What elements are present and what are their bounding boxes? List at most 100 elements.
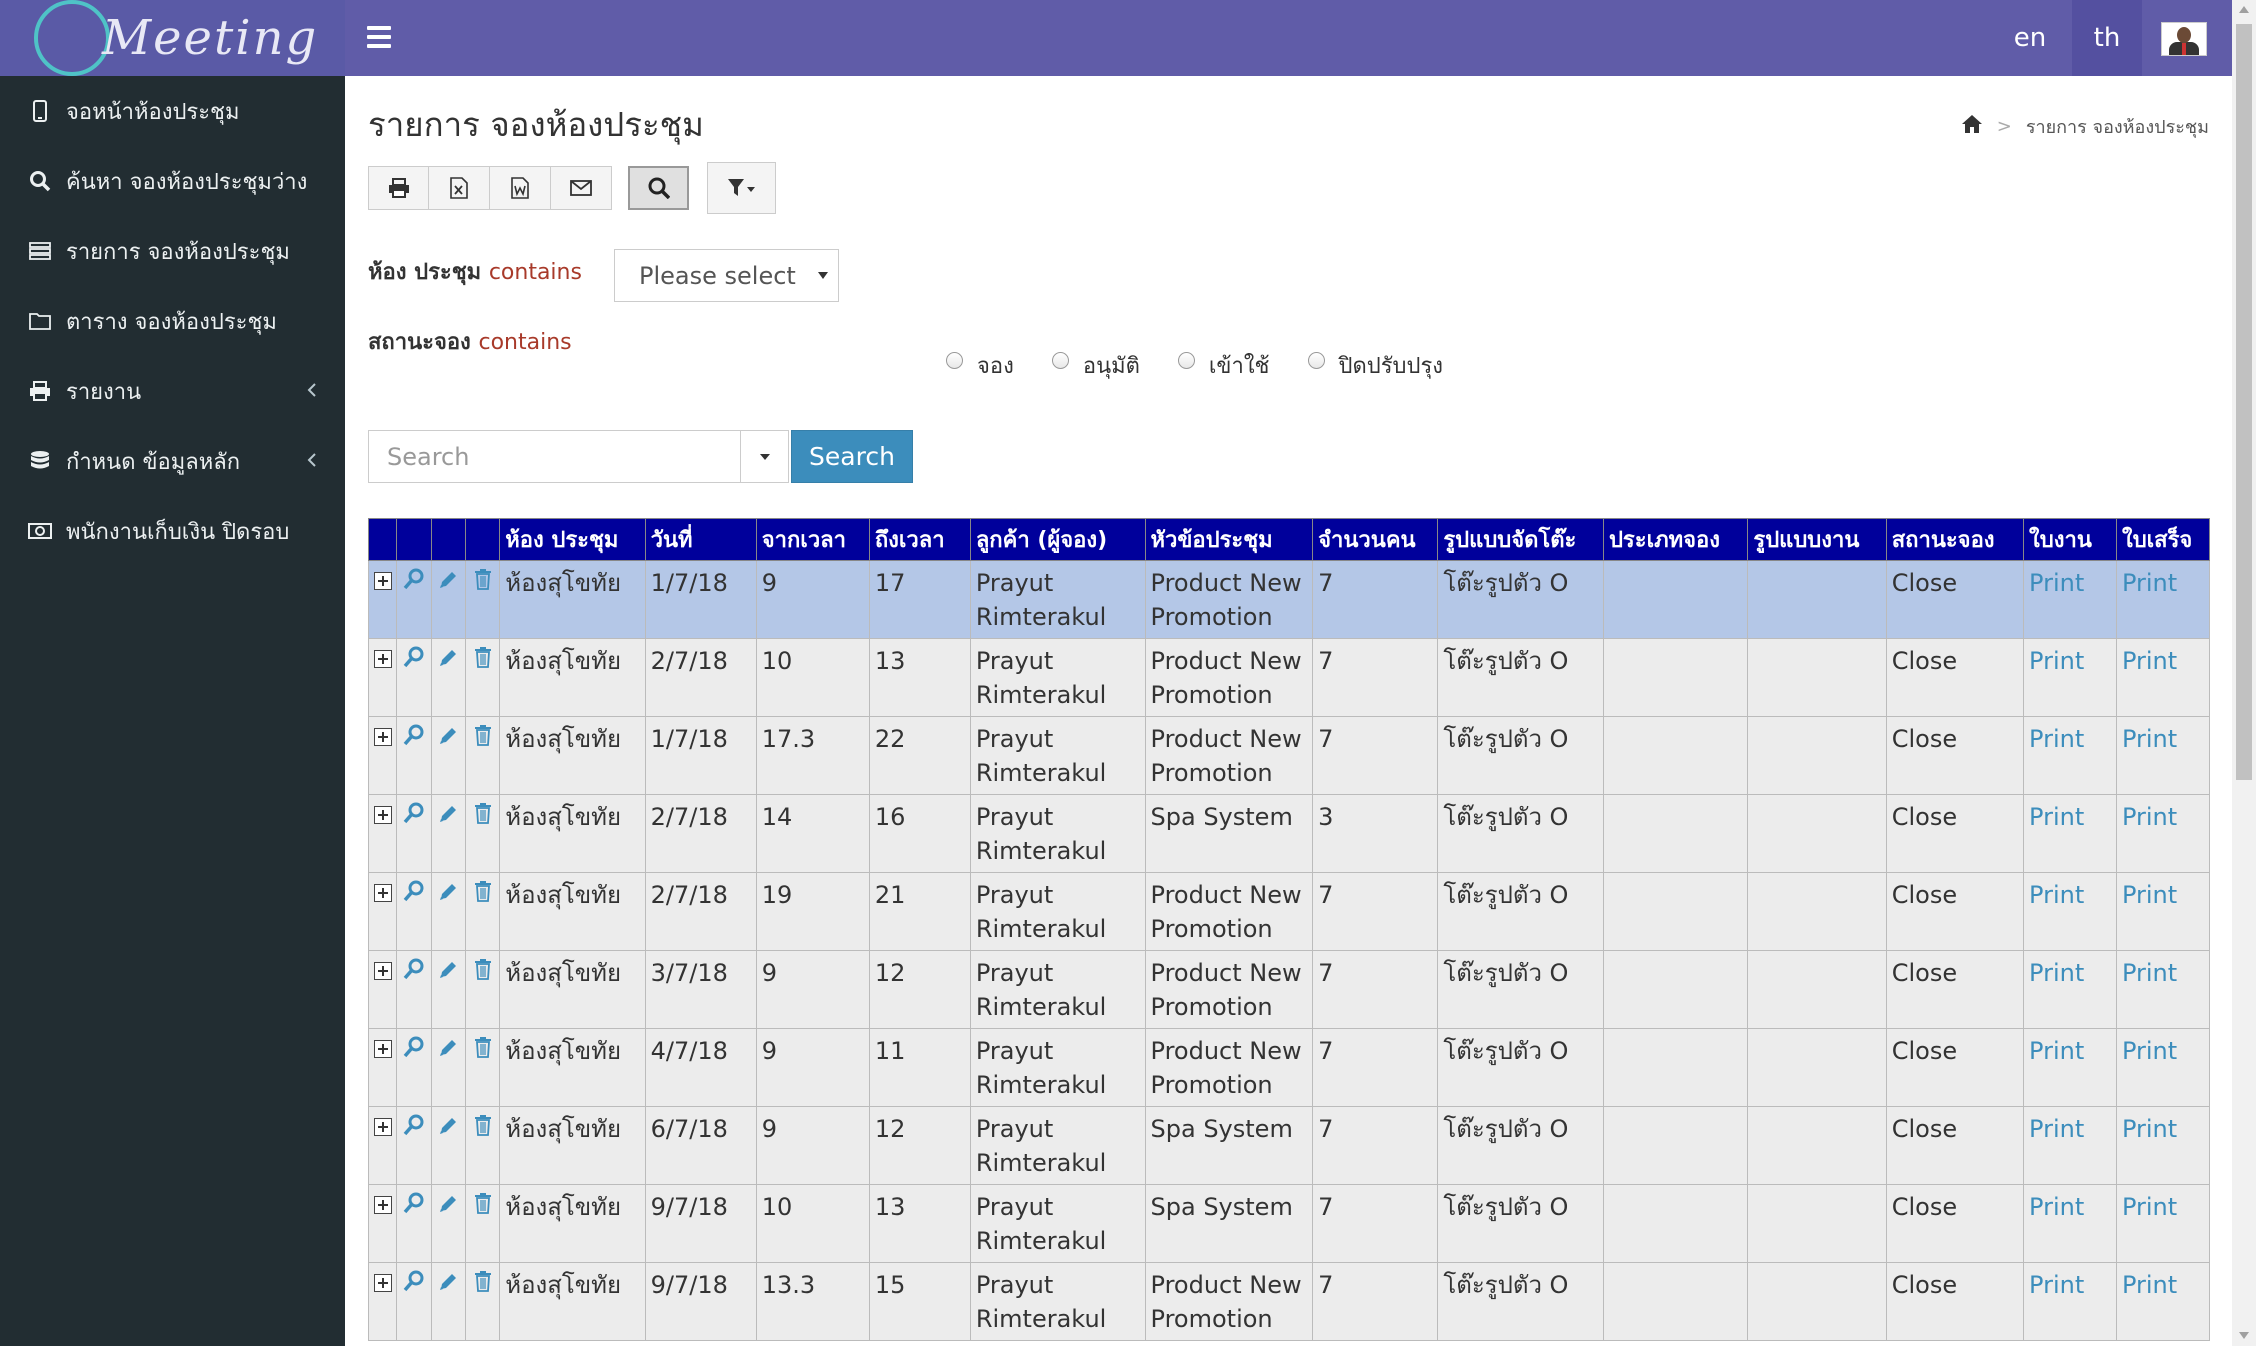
delete-icon[interactable] <box>474 1192 492 1220</box>
radio-circle-icon[interactable] <box>1177 352 1195 369</box>
view-icon[interactable] <box>403 1036 425 1064</box>
radio-circle-icon[interactable] <box>946 352 963 369</box>
sidebar-item-4[interactable]: ตาราง จองห้องประชุม <box>0 286 345 356</box>
column-header[interactable]: ประเภทจอง <box>1602 518 1749 561</box>
status-radio-4[interactable]: ปิดปรับปรุง <box>1307 348 1443 383</box>
column-header[interactable]: ใบเสร็จ <box>2115 518 2211 561</box>
sidebar-item-1[interactable]: จอหน้าห้องประชุม <box>0 76 345 146</box>
receipt-print-link[interactable]: Print <box>2122 1271 2177 1299</box>
view-icon[interactable] <box>403 1114 425 1142</box>
expand-row-icon[interactable] <box>373 1270 392 1298</box>
expand-row-icon[interactable] <box>373 880 392 908</box>
receipt-print-link[interactable]: Print <box>2122 1193 2177 1221</box>
table-row[interactable]: ห้องสุโขทัย 2/7/18 19 21 Prayut Rimterakul Pr… <box>367 872 2211 951</box>
column-header[interactable]: รูปแบบจัดโต๊ะ <box>1437 518 1604 561</box>
sidebar-item-3[interactable]: รายการ จองห้องประชุม <box>0 216 345 286</box>
table-row[interactable]: ห้องสุโขทัย 1/7/18 17.3 22 Prayut Rimterakul… <box>367 716 2211 795</box>
delete-icon[interactable] <box>474 568 492 596</box>
delete-icon[interactable] <box>474 1114 492 1142</box>
column-header[interactable]: ห้อง ประชุม <box>499 518 646 561</box>
delete-icon[interactable] <box>474 1036 492 1064</box>
delete-icon[interactable] <box>474 724 492 752</box>
radio-circle-icon[interactable] <box>1051 352 1069 369</box>
edit-icon[interactable] <box>438 958 458 986</box>
edit-icon[interactable] <box>438 1036 458 1064</box>
column-header[interactable]: หัวข้อประชุม <box>1144 518 1314 561</box>
delete-icon[interactable] <box>474 646 492 674</box>
status-radio-3[interactable]: เข้าใช้ <box>1177 348 1270 383</box>
receipt-print-link[interactable]: Print <box>2122 647 2177 675</box>
radio-circle-icon[interactable] <box>1307 352 1325 369</box>
edit-icon[interactable] <box>438 802 458 830</box>
table-row[interactable]: ห้องสุโขทัย 3/7/18 9 12 Prayut Rimterakul Pro… <box>367 950 2211 1029</box>
worksheet-print-link[interactable]: Print <box>2029 1037 2084 1065</box>
scroll-down-icon[interactable] <box>2239 1332 2249 1339</box>
view-icon[interactable] <box>403 1192 425 1220</box>
view-icon[interactable] <box>403 568 425 596</box>
worksheet-print-link[interactable]: Print <box>2029 881 2084 909</box>
view-icon[interactable] <box>403 646 425 674</box>
table-row[interactable]: ห้องสุโขทัย 2/7/18 14 16 Prayut Rimterakul Sp… <box>367 794 2211 873</box>
menu-toggle-icon[interactable] <box>367 26 391 48</box>
sidebar-item-2[interactable]: ค้นหา จองห้องประชุมว่าง <box>0 146 345 216</box>
expand-row-icon[interactable] <box>373 958 392 986</box>
view-icon[interactable] <box>403 1270 425 1298</box>
scrollbar-thumb[interactable] <box>2236 24 2252 780</box>
email-button[interactable] <box>551 166 612 210</box>
app-logo[interactable]: Meeting <box>0 0 345 76</box>
view-icon[interactable] <box>403 802 425 830</box>
worksheet-print-link[interactable]: Print <box>2029 725 2084 753</box>
vertical-scrollbar[interactable] <box>2232 0 2256 1346</box>
expand-row-icon[interactable] <box>373 802 392 830</box>
status-radio-2[interactable]: อนุมัติ <box>1051 348 1140 383</box>
expand-row-icon[interactable] <box>373 646 392 674</box>
table-row[interactable]: ห้องสุโขทัย 1/7/18 9 17 Prayut Rimterakul Pro… <box>367 560 2211 639</box>
export-excel-button[interactable] <box>429 166 490 210</box>
table-row[interactable]: ห้องสุโขทัย 6/7/18 9 12 Prayut Rimterakul Spa… <box>367 1106 2211 1185</box>
delete-icon[interactable] <box>474 958 492 986</box>
worksheet-print-link[interactable]: Print <box>2029 1271 2084 1299</box>
worksheet-print-link[interactable]: Print <box>2029 803 2084 831</box>
edit-icon[interactable] <box>438 1114 458 1142</box>
expand-row-icon[interactable] <box>373 1036 392 1064</box>
edit-icon[interactable] <box>438 568 458 596</box>
delete-icon[interactable] <box>474 802 492 830</box>
edit-icon[interactable] <box>438 1192 458 1220</box>
expand-row-icon[interactable] <box>373 568 392 596</box>
delete-icon[interactable] <box>474 880 492 908</box>
filter-dropdown-button[interactable] <box>707 162 776 214</box>
edit-icon[interactable] <box>438 724 458 752</box>
receipt-print-link[interactable]: Print <box>2122 725 2177 753</box>
search-options-dropdown[interactable] <box>741 430 789 483</box>
search-toggle-button[interactable] <box>628 166 689 210</box>
column-header[interactable]: รูปแบบงาน <box>1747 518 1887 561</box>
view-icon[interactable] <box>403 880 425 908</box>
column-header[interactable]: ถึงเวลา <box>868 518 971 561</box>
user-avatar[interactable] <box>2161 22 2207 56</box>
expand-row-icon[interactable] <box>373 1114 392 1142</box>
receipt-print-link[interactable]: Print <box>2122 881 2177 909</box>
sidebar-item-5[interactable]: รายงาน <box>0 356 345 426</box>
view-icon[interactable] <box>403 724 425 752</box>
column-header[interactable]: ใบงาน <box>2023 518 2117 561</box>
expand-row-icon[interactable] <box>373 1192 392 1220</box>
receipt-print-link[interactable]: Print <box>2122 569 2177 597</box>
column-header[interactable]: วันที่ <box>644 518 757 561</box>
print-button[interactable] <box>368 166 429 210</box>
column-header[interactable]: จากเวลา <box>755 518 870 561</box>
column-header[interactable]: สถานะจอง <box>1885 518 2025 561</box>
worksheet-print-link[interactable]: Print <box>2029 647 2084 675</box>
table-row[interactable]: ห้องสุโขทัย 2/7/18 10 13 Prayut Rimterakul Pr… <box>367 638 2211 717</box>
column-header[interactable]: ลูกค้า (ผู้จอง) <box>969 518 1146 561</box>
edit-icon[interactable] <box>438 880 458 908</box>
search-button[interactable]: Search <box>791 430 913 483</box>
status-radio-1[interactable]: จอง <box>946 348 1014 383</box>
expand-row-icon[interactable] <box>373 724 392 752</box>
sidebar-item-7[interactable]: พนักงานเก็บเงิน ปิดรอบ <box>0 496 345 566</box>
home-icon[interactable] <box>1961 114 1983 139</box>
export-word-button[interactable] <box>490 166 551 210</box>
table-row[interactable]: ห้องสุโขทัย 9/7/18 10 13 Prayut Rimterakul Sp… <box>367 1184 2211 1263</box>
column-header[interactable]: จำนวนคน <box>1312 518 1439 561</box>
receipt-print-link[interactable]: Print <box>2122 1037 2177 1065</box>
table-row[interactable]: ห้องสุโขทัย 9/7/18 13.3 15 Prayut Rimterakul… <box>367 1262 2211 1341</box>
